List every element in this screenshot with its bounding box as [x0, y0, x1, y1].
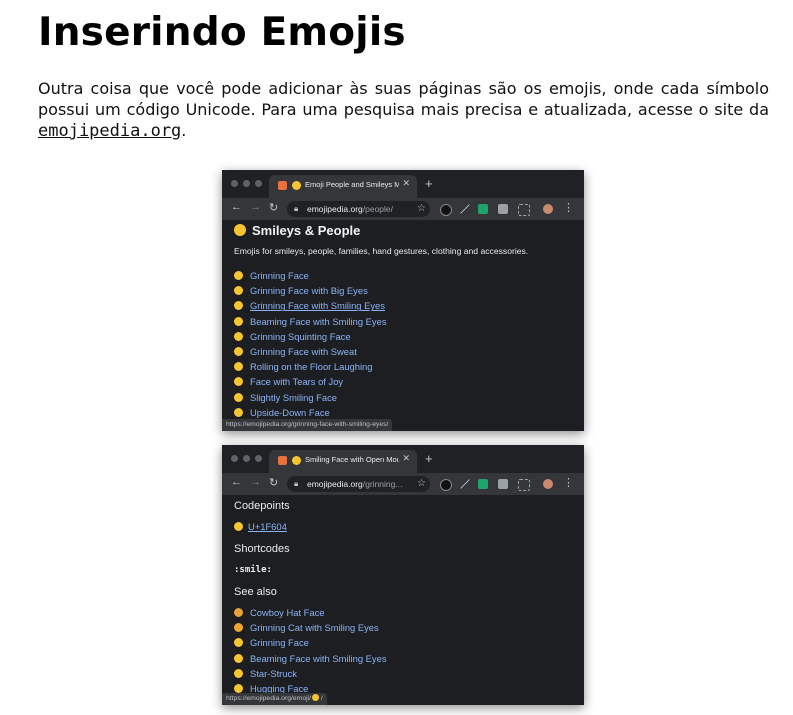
lock-icon: 🔒︎ — [294, 479, 299, 488]
back-arrow-icon[interactable]: ← — [231, 476, 242, 488]
smiley-icon — [234, 224, 246, 236]
intro-end: . — [181, 121, 187, 140]
browser-tab[interactable]: Smiling Face with Open Mou ✕ — [269, 450, 417, 473]
emoji-icon — [234, 407, 243, 417]
bookmark-star-icon[interactable]: ☆ — [417, 203, 426, 214]
smiley-icon — [292, 456, 301, 465]
close-tab-icon[interactable]: ✕ — [402, 178, 410, 189]
url-host: emojipedia.org — [307, 479, 363, 489]
emoji-icon — [234, 362, 243, 372]
window-maximize-dot[interactable] — [255, 455, 262, 462]
page-content: Codepoints U+1F604 Shortcodes :smile: Se… — [222, 495, 584, 705]
emoji-icon — [234, 346, 243, 356]
status-url: https://emojipedia.org/emoji/ — [226, 695, 312, 702]
smiley-icon — [292, 181, 301, 190]
url-text: emojipedia.org/grinning... — [307, 479, 407, 489]
shortcode-value: :smile: — [234, 565, 272, 575]
menu-dots-icon[interactable]: ⋮ — [563, 201, 574, 214]
emoji-icon — [234, 331, 243, 341]
avatar[interactable] — [543, 479, 553, 489]
url-text: emojipedia.org/people/ — [307, 204, 407, 214]
lock-icon: 🔒︎ — [294, 204, 299, 213]
browser-titlebar: Smiling Face with Open Mou ✕ + — [222, 445, 584, 473]
category-heading-text: Smileys & People — [252, 223, 361, 238]
shield-extension-icon[interactable] — [440, 479, 452, 491]
codepoints-heading: Codepoints — [234, 500, 290, 512]
browser-screenshot-emoji-detail: Smiling Face with Open Mou ✕ + ← → ↻ 🔒︎ … — [222, 445, 584, 705]
codepoint-value: U+1F604 — [248, 521, 287, 532]
address-bar[interactable]: 🔒︎ emojipedia.org/people/ ☆ — [287, 201, 430, 217]
emojipedia-favicon-icon — [278, 181, 287, 190]
status-suffix: / — [319, 695, 323, 702]
emoji-icon — [234, 271, 243, 280]
window-close-dot[interactable] — [231, 455, 238, 462]
new-tab-icon[interactable]: + — [425, 451, 433, 466]
url-path: /grinning... — [362, 479, 403, 489]
emoji-icon — [234, 286, 243, 296]
emoji-icon — [234, 522, 243, 531]
emoji-icon — [312, 694, 320, 701]
new-tab-icon[interactable]: + — [425, 176, 433, 191]
intro-text: Outra coisa que você pode adicionar às s… — [38, 79, 769, 119]
pen-extension-icon[interactable] — [460, 479, 470, 489]
back-arrow-icon[interactable]: ← — [231, 201, 242, 213]
emoji-icon — [234, 316, 243, 326]
tree-extension-icon[interactable] — [478, 204, 488, 214]
window-close-dot[interactable] — [231, 180, 238, 187]
emojipedia-link[interactable]: emojipedia.org — [38, 121, 181, 141]
pen-extension-icon[interactable] — [460, 204, 470, 214]
facebook-extension-icon[interactable] — [498, 204, 508, 214]
bookmark-star-icon[interactable]: ☆ — [417, 478, 426, 489]
tab-title: Smiling Face with Open Mou — [305, 455, 399, 464]
emoji-icon — [234, 668, 243, 678]
emoji-icon — [234, 377, 243, 387]
page-content: Smileys & People Emojis for smileys, peo… — [222, 220, 584, 431]
reload-icon[interactable]: ↻ — [269, 201, 278, 214]
forward-arrow-icon[interactable]: → — [250, 476, 261, 488]
reload-icon[interactable]: ↻ — [269, 476, 278, 489]
emoji-icon — [234, 392, 243, 402]
loading-extension-icon[interactable] — [518, 204, 530, 216]
browser-toolbar: ← → ↻ 🔒︎ emojipedia.org/grinning... ☆ ⋮ — [222, 473, 584, 495]
shortcodes-heading: Shortcodes — [234, 543, 290, 555]
url-path: /people/ — [362, 204, 394, 214]
see-also-heading: See also — [234, 586, 277, 598]
emojipedia-favicon-icon — [278, 456, 287, 465]
intro-paragraph: Outra coisa que você pode adicionar às s… — [38, 78, 769, 142]
avatar[interactable] — [543, 204, 553, 214]
category-description: Emojis for smileys, people, families, ha… — [234, 246, 529, 256]
codepoint-link[interactable]: U+1F604 — [234, 521, 287, 532]
browser-tab[interactable]: Emoji People and Smileys Me ✕ — [269, 175, 417, 198]
tree-extension-icon[interactable] — [478, 479, 488, 489]
tab-title: Emoji People and Smileys Me — [305, 180, 399, 189]
page-title: Inserindo Emojis — [38, 10, 406, 55]
emoji-icon — [234, 653, 243, 663]
emoji-icon — [234, 683, 243, 693]
browser-screenshot-people: Emoji People and Smileys Me ✕ + ← → ↻ 🔒︎… — [222, 170, 584, 431]
window-maximize-dot[interactable] — [255, 180, 262, 187]
status-bar-url: https://emojipedia.org/emoji/ / — [222, 693, 327, 705]
facebook-extension-icon[interactable] — [498, 479, 508, 489]
browser-toolbar: ← → ↻ 🔒︎ emojipedia.org/people/ ☆ ⋮ — [222, 198, 584, 220]
window-minimize-dot[interactable] — [243, 180, 250, 187]
shield-extension-icon[interactable] — [440, 204, 452, 216]
window-minimize-dot[interactable] — [243, 455, 250, 462]
browser-titlebar: Emoji People and Smileys Me ✕ + — [222, 170, 584, 198]
emoji-icon — [234, 301, 243, 311]
close-tab-icon[interactable]: ✕ — [402, 453, 410, 464]
cowboy-emoji-icon — [234, 608, 243, 617]
loading-extension-icon[interactable] — [518, 479, 530, 491]
status-bar-url: https://emojipedia.org/grinning-face-wit… — [222, 419, 393, 431]
cat-emoji-icon — [234, 623, 243, 633]
category-heading: Smileys & People — [234, 223, 360, 238]
forward-arrow-icon[interactable]: → — [250, 201, 261, 213]
address-bar[interactable]: 🔒︎ emojipedia.org/grinning... ☆ — [287, 476, 430, 492]
emoji-icon — [234, 638, 243, 648]
menu-dots-icon[interactable]: ⋮ — [563, 476, 574, 489]
url-host: emojipedia.org — [307, 204, 363, 214]
